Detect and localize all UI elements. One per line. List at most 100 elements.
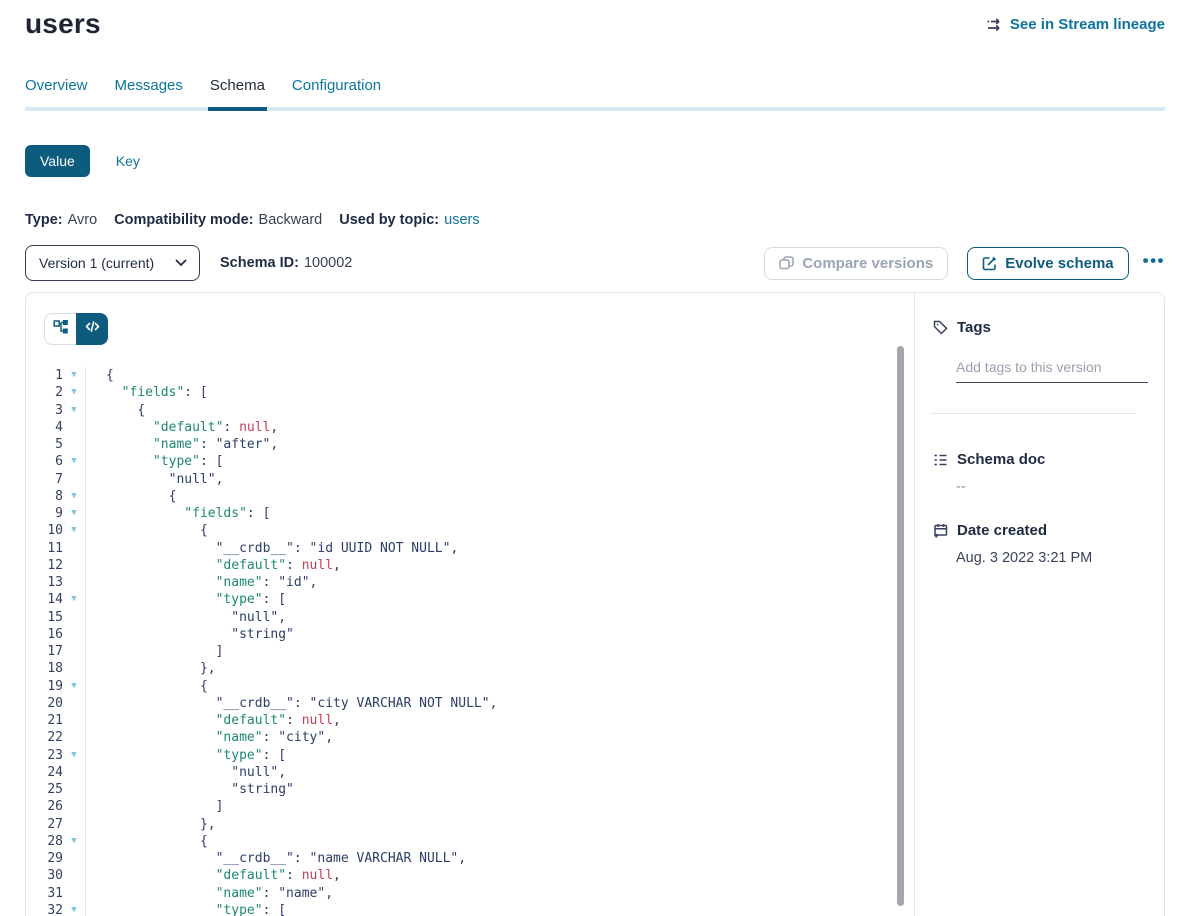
line-number: 11 xyxy=(26,540,63,557)
code-text: "fields": [ xyxy=(86,384,208,401)
evolve-schema-button[interactable]: Evolve schema xyxy=(967,247,1128,280)
tab-overview[interactable]: Overview xyxy=(25,77,88,107)
schema-code-panel: 1▼{2▼"fields": [3▼{4"default": null,5"na… xyxy=(26,293,915,916)
fold-gutter xyxy=(63,643,85,660)
version-select[interactable]: Version 1 (current) xyxy=(25,245,200,281)
stream-lineage-icon xyxy=(986,18,1003,32)
doc-list-icon xyxy=(933,453,948,467)
date-created-value: Aug. 3 2022 3:21 PM xyxy=(956,550,1148,566)
see-in-stream-lineage-label: See in Stream lineage xyxy=(1010,16,1165,33)
tag-icon xyxy=(933,320,948,335)
line-number: 22 xyxy=(26,729,63,746)
fold-arrow-icon[interactable]: ▼ xyxy=(63,384,85,401)
line-number: 4 xyxy=(26,419,63,436)
value-toggle-button[interactable]: Value xyxy=(25,145,90,177)
editor-scrollbar[interactable] xyxy=(897,346,904,906)
date-created-title: Date created xyxy=(957,522,1047,539)
code-text: "type": [ xyxy=(86,453,223,470)
meta-item: Used by topic: users xyxy=(339,212,479,228)
line-number: 13 xyxy=(26,574,63,591)
fold-arrow-icon[interactable]: ▼ xyxy=(63,591,85,608)
code-text: "type": [ xyxy=(86,591,286,608)
schema-id: Schema ID: 100002 xyxy=(220,255,352,271)
fold-arrow-icon[interactable]: ▼ xyxy=(63,505,85,522)
fold-gutter xyxy=(63,695,85,712)
code-text: "fields": [ xyxy=(86,505,270,522)
line-number: 7 xyxy=(26,471,63,488)
line-number: 12 xyxy=(26,557,63,574)
code-text: { xyxy=(86,367,114,384)
fold-gutter xyxy=(63,471,85,488)
code-line: 28▼{ xyxy=(26,833,914,850)
code-line: 20"__crdb__": "city VARCHAR NOT NULL", xyxy=(26,695,914,712)
fold-arrow-icon[interactable]: ▼ xyxy=(63,833,85,850)
fold-gutter xyxy=(63,781,85,798)
tab-schema[interactable]: Schema xyxy=(210,77,265,107)
topic-link[interactable]: users xyxy=(444,212,479,228)
schema-doc-value: -- xyxy=(956,479,1148,495)
schema-card: 1▼{2▼"fields": [3▼{4"default": null,5"na… xyxy=(25,292,1165,916)
line-number: 26 xyxy=(26,798,63,815)
tree-view-button[interactable] xyxy=(44,313,76,345)
code-line: 18}, xyxy=(26,660,914,677)
code-text: }, xyxy=(86,660,216,677)
add-tags-input[interactable] xyxy=(956,357,1148,383)
fold-arrow-icon[interactable]: ▼ xyxy=(63,747,85,764)
code-line: 27}, xyxy=(26,816,914,833)
code-line: 16"string" xyxy=(26,626,914,643)
line-number: 16 xyxy=(26,626,63,643)
tags-title: Tags xyxy=(957,319,991,336)
code-view-button[interactable] xyxy=(76,313,108,345)
line-number: 20 xyxy=(26,695,63,712)
code-text: "null", xyxy=(86,609,286,626)
tree-view-icon xyxy=(53,319,69,340)
fold-arrow-icon[interactable]: ▼ xyxy=(63,488,85,505)
line-number: 10 xyxy=(26,522,63,539)
fold-arrow-icon[interactable]: ▼ xyxy=(63,522,85,539)
fold-arrow-icon[interactable]: ▼ xyxy=(63,402,85,419)
fold-gutter xyxy=(63,764,85,781)
line-number: 15 xyxy=(26,609,63,626)
line-number: 18 xyxy=(26,660,63,677)
code-line: 30"default": null, xyxy=(26,867,914,884)
fold-gutter xyxy=(63,609,85,626)
tab-configuration[interactable]: Configuration xyxy=(292,77,381,107)
value-key-toggle: Value Key xyxy=(25,145,1165,177)
fold-gutter xyxy=(63,436,85,453)
code-line: 31"name": "name", xyxy=(26,885,914,902)
compare-versions-button[interactable]: Compare versions xyxy=(764,247,948,280)
fold-arrow-icon[interactable]: ▼ xyxy=(63,678,85,695)
schema-doc-section: Schema doc -- xyxy=(933,451,1148,495)
fold-arrow-icon[interactable]: ▼ xyxy=(63,902,85,916)
code-text: "type": [ xyxy=(86,747,286,764)
code-text: "type": [ xyxy=(86,902,286,916)
fold-arrow-icon[interactable]: ▼ xyxy=(63,367,85,384)
tab-messages[interactable]: Messages xyxy=(115,77,183,107)
key-toggle-button[interactable]: Key xyxy=(116,153,140,169)
fold-gutter xyxy=(63,850,85,867)
fold-arrow-icon[interactable]: ▼ xyxy=(63,453,85,470)
line-number: 24 xyxy=(26,764,63,781)
meta-label: Used by topic: xyxy=(339,212,439,228)
code-text: "default": null, xyxy=(86,419,278,436)
fold-gutter xyxy=(63,660,85,677)
compare-versions-label: Compare versions xyxy=(802,255,933,272)
code-text: }, xyxy=(86,816,216,833)
view-mode-toggle xyxy=(44,313,914,345)
see-in-stream-lineage-link[interactable]: See in Stream lineage xyxy=(986,16,1165,33)
page-title: users xyxy=(25,8,101,40)
code-text: "default": null, xyxy=(86,712,341,729)
line-number: 5 xyxy=(26,436,63,453)
fold-gutter xyxy=(63,816,85,833)
more-actions-button[interactable]: ••• xyxy=(1143,252,1165,275)
code-text: "default": null, xyxy=(86,867,341,884)
code-line: 23▼"type": [ xyxy=(26,747,914,764)
line-number: 9 xyxy=(26,505,63,522)
code-text: "name": "id", xyxy=(86,574,317,591)
schema-code-editor: 1▼{2▼"fields": [3▼{4"default": null,5"na… xyxy=(26,367,914,916)
calendar-plus-icon xyxy=(933,523,948,538)
code-view-icon xyxy=(85,320,100,338)
code-line: 12"default": null, xyxy=(26,557,914,574)
code-text: "name": "after", xyxy=(86,436,278,453)
fold-gutter xyxy=(63,798,85,815)
